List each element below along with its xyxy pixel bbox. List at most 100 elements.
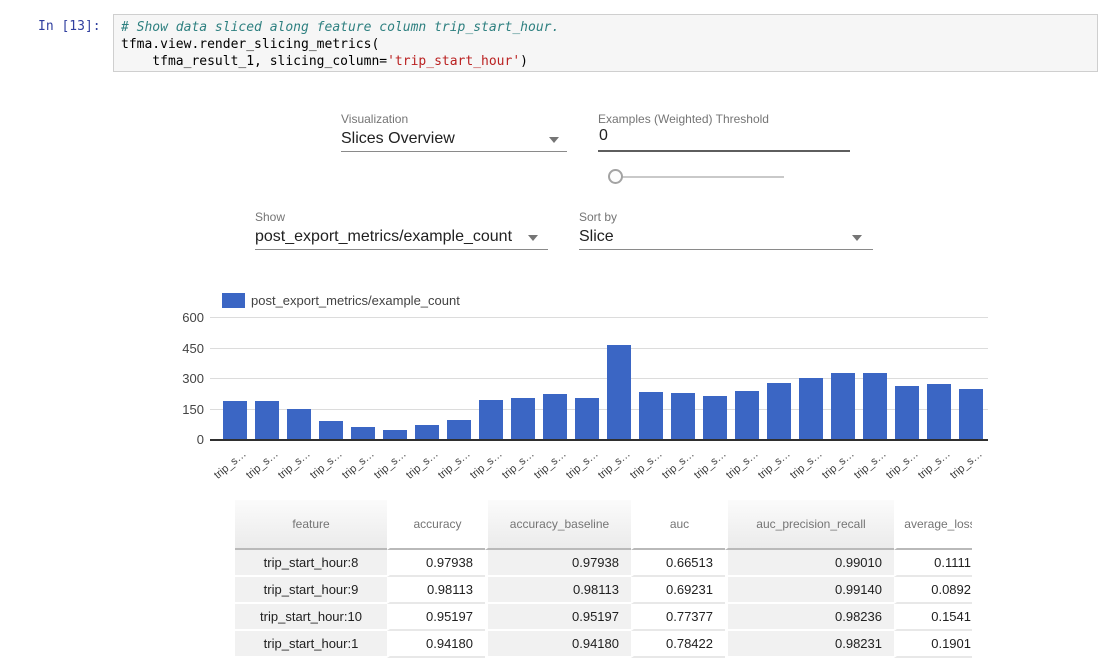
- x-axis-category-label: trip_s…: [660, 448, 697, 482]
- chevron-down-icon[interactable]: [852, 235, 862, 241]
- cell-prompt: In [13]:: [38, 19, 101, 34]
- metric-cell: 0.97938: [387, 550, 485, 577]
- visualization-label: Visualization: [341, 112, 408, 126]
- show-label: Show: [255, 210, 285, 224]
- bar[interactable]: [479, 400, 503, 439]
- x-axis-category-label: trip_s…: [788, 448, 825, 482]
- bar[interactable]: [287, 409, 311, 439]
- bar[interactable]: [447, 420, 471, 439]
- legend-label: post_export_metrics/example_count: [251, 293, 460, 308]
- x-axis-category-label: trip_s…: [596, 448, 633, 482]
- x-axis-category-label: trip_s…: [276, 448, 313, 482]
- x-axis-category-label: trip_s…: [628, 448, 665, 482]
- metric-cell: 0.1111: [894, 550, 972, 577]
- x-axis-category-label: trip_s…: [724, 448, 761, 482]
- bar[interactable]: [671, 393, 695, 439]
- visualization-value[interactable]: Slices Overview: [341, 130, 455, 148]
- show-value[interactable]: post_export_metrics/example_count: [255, 228, 512, 246]
- x-axis-category-label: trip_s…: [884, 448, 921, 482]
- chevron-down-icon[interactable]: [549, 137, 559, 143]
- threshold-label: Examples (Weighted) Threshold: [598, 112, 769, 126]
- bar[interactable]: [639, 392, 663, 439]
- metric-cell: 0.95197: [485, 604, 631, 631]
- show-underline: [255, 249, 548, 250]
- bar[interactable]: [767, 383, 791, 439]
- metric-cell: 0.0892: [894, 577, 972, 604]
- x-axis-category-label: trip_s…: [532, 448, 569, 482]
- metric-cell: 0.95197: [387, 604, 485, 631]
- x-axis-category-label: trip_s…: [436, 448, 473, 482]
- x-axis-category-label: trip_s…: [916, 448, 953, 482]
- bar[interactable]: [383, 430, 407, 439]
- column-header-accuracy: accuracy: [387, 500, 485, 550]
- x-axis-category-label: trip_s…: [372, 448, 409, 482]
- x-axis-category-label: trip_s…: [340, 448, 377, 482]
- table-row: trip_start_hour:90.981130.981130.692310.…: [235, 577, 972, 604]
- y-axis-tick-label: 300: [172, 371, 204, 386]
- metric-cell: 0.1901: [894, 631, 972, 658]
- sort-by-label: Sort by: [579, 210, 617, 224]
- column-header-feature: feature: [235, 500, 387, 550]
- bar[interactable]: [575, 398, 599, 439]
- bar[interactable]: [351, 427, 375, 439]
- bar[interactable]: [543, 394, 567, 439]
- bar[interactable]: [927, 384, 951, 439]
- bar[interactable]: [223, 401, 247, 439]
- x-axis-category-label: trip_s…: [820, 448, 857, 482]
- threshold-slider-handle[interactable]: [608, 169, 623, 184]
- bar[interactable]: [415, 425, 439, 439]
- y-axis-tick-label: 600: [172, 310, 204, 325]
- code-line-3: tfma_result_1, slicing_column='trip_star…: [121, 53, 559, 70]
- column-header-average_loss: average_loss: [894, 500, 972, 550]
- metric-cell: 0.98113: [387, 577, 485, 604]
- threshold-slider-track[interactable]: [616, 176, 784, 178]
- visualization-underline: [341, 151, 567, 152]
- column-header-auc_precision_recall: auc_precision_recall: [725, 500, 894, 550]
- table-row: trip_start_hour:80.979380.979380.665130.…: [235, 550, 972, 577]
- threshold-input[interactable]: [598, 127, 850, 152]
- x-axis-line: [210, 439, 988, 441]
- code-block[interactable]: # Show data sliced along feature column …: [121, 19, 559, 70]
- bar[interactable]: [607, 345, 631, 439]
- gridline: [210, 317, 988, 318]
- chevron-down-icon[interactable]: [528, 235, 538, 241]
- metric-cell: 0.78422: [631, 631, 725, 658]
- code-input-area[interactable]: # Show data sliced along feature column …: [113, 14, 1098, 72]
- bar[interactable]: [831, 373, 855, 440]
- bar[interactable]: [319, 421, 343, 439]
- metric-cell: 0.98236: [725, 604, 894, 631]
- metric-cell: 0.99140: [725, 577, 894, 604]
- bar[interactable]: [895, 386, 919, 440]
- column-header-auc: auc: [631, 500, 725, 550]
- bar[interactable]: [959, 389, 983, 439]
- metric-cell: 0.97938: [485, 550, 631, 577]
- code-comment: # Show data sliced along feature column …: [121, 19, 559, 36]
- metric-cell: 0.98113: [485, 577, 631, 604]
- bar[interactable]: [735, 391, 759, 439]
- column-header-accuracy_baseline: accuracy_baseline: [485, 500, 631, 550]
- y-axis-tick-label: 150: [172, 402, 204, 417]
- legend-swatch: [222, 293, 245, 308]
- sort-by-value[interactable]: Slice: [579, 228, 614, 246]
- feature-cell: trip_start_hour:8: [235, 550, 387, 577]
- x-axis-category-label: trip_s…: [692, 448, 729, 482]
- bar[interactable]: [511, 398, 535, 439]
- feature-cell: trip_start_hour:10: [235, 604, 387, 631]
- feature-cell: trip_start_hour:9: [235, 577, 387, 604]
- bar[interactable]: [703, 396, 727, 440]
- metrics-table-container: featureaccuracyaccuracy_baselineaucauc_p…: [235, 500, 972, 668]
- sort-by-underline: [579, 249, 873, 250]
- bar[interactable]: [799, 378, 823, 439]
- metric-cell: 0.99010: [725, 550, 894, 577]
- x-axis-category-label: trip_s…: [212, 448, 249, 482]
- bar[interactable]: [255, 401, 279, 439]
- metric-cell: 0.94180: [387, 631, 485, 658]
- feature-cell: trip_start_hour:1: [235, 631, 387, 658]
- metric-cell: 0.1541: [894, 604, 972, 631]
- metric-cell: 0.98231: [725, 631, 894, 658]
- metric-cell: 0.77377: [631, 604, 725, 631]
- table-row: trip_start_hour:10.941800.941800.784220.…: [235, 631, 972, 658]
- bar[interactable]: [863, 373, 887, 440]
- metric-cell: 0.66513: [631, 550, 725, 577]
- metric-cell: 0.94180: [485, 631, 631, 658]
